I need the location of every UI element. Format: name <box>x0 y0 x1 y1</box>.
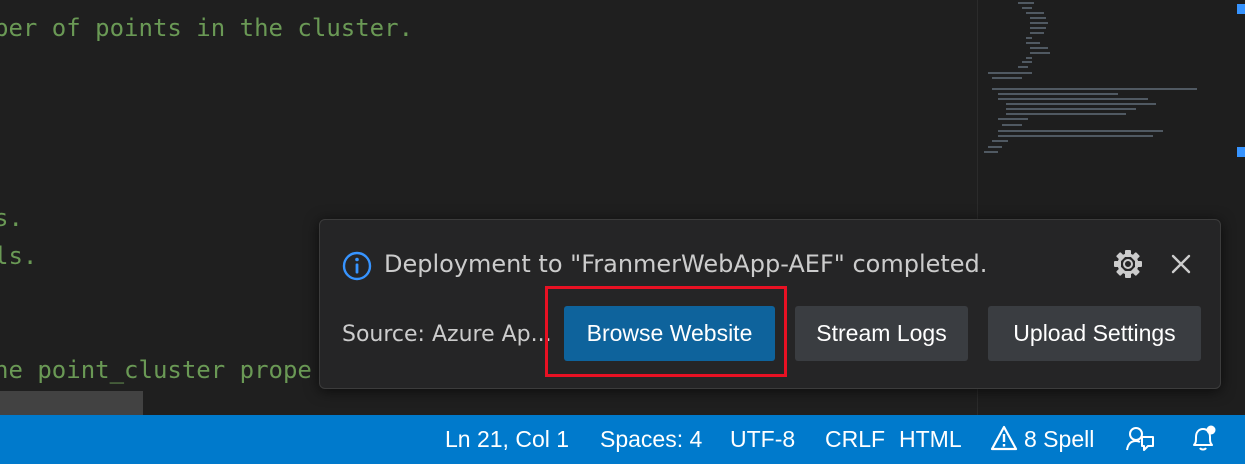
info-icon <box>342 251 372 281</box>
deployment-notification: Deployment to "FranmerWebApp-AEF" comple… <box>319 219 1221 389</box>
notification-message: Deployment to "FranmerWebApp-AEF" comple… <box>384 250 988 278</box>
indentation-spaces[interactable]: Spaces: 4 <box>600 426 702 453</box>
warning-icon <box>990 425 1018 451</box>
code-line: ber of points in the cluster. <box>0 14 414 42</box>
file-encoding[interactable]: UTF-8 <box>730 426 795 453</box>
bell-icon[interactable] <box>1187 422 1219 454</box>
end-of-line[interactable]: CRLF <box>825 426 885 453</box>
vertical-scrollbar[interactable] <box>1221 0 1245 415</box>
code-line: s. <box>0 204 23 232</box>
status-bar: Ln 21, Col 1 Spaces: 4 UTF-8 CRLF HTML 8… <box>0 415 1245 464</box>
gear-icon[interactable] <box>1112 248 1144 280</box>
code-line: ls. <box>0 242 38 270</box>
language-mode[interactable]: HTML <box>899 426 962 453</box>
close-icon[interactable] <box>1167 250 1195 278</box>
stream-logs-button[interactable]: Stream Logs <box>795 306 968 361</box>
code-line: he point_cluster prope <box>0 356 312 384</box>
spell-check-status[interactable]: 8 Spell <box>1024 426 1094 453</box>
horizontal-scrollbar[interactable] <box>0 391 143 415</box>
cursor-position[interactable]: Ln 21, Col 1 <box>445 426 569 453</box>
notification-source: Source: Azure Ap... <box>342 322 552 347</box>
highlight-box <box>545 286 787 377</box>
upload-settings-button[interactable]: Upload Settings <box>988 306 1201 361</box>
feedback-icon[interactable] <box>1125 424 1155 454</box>
